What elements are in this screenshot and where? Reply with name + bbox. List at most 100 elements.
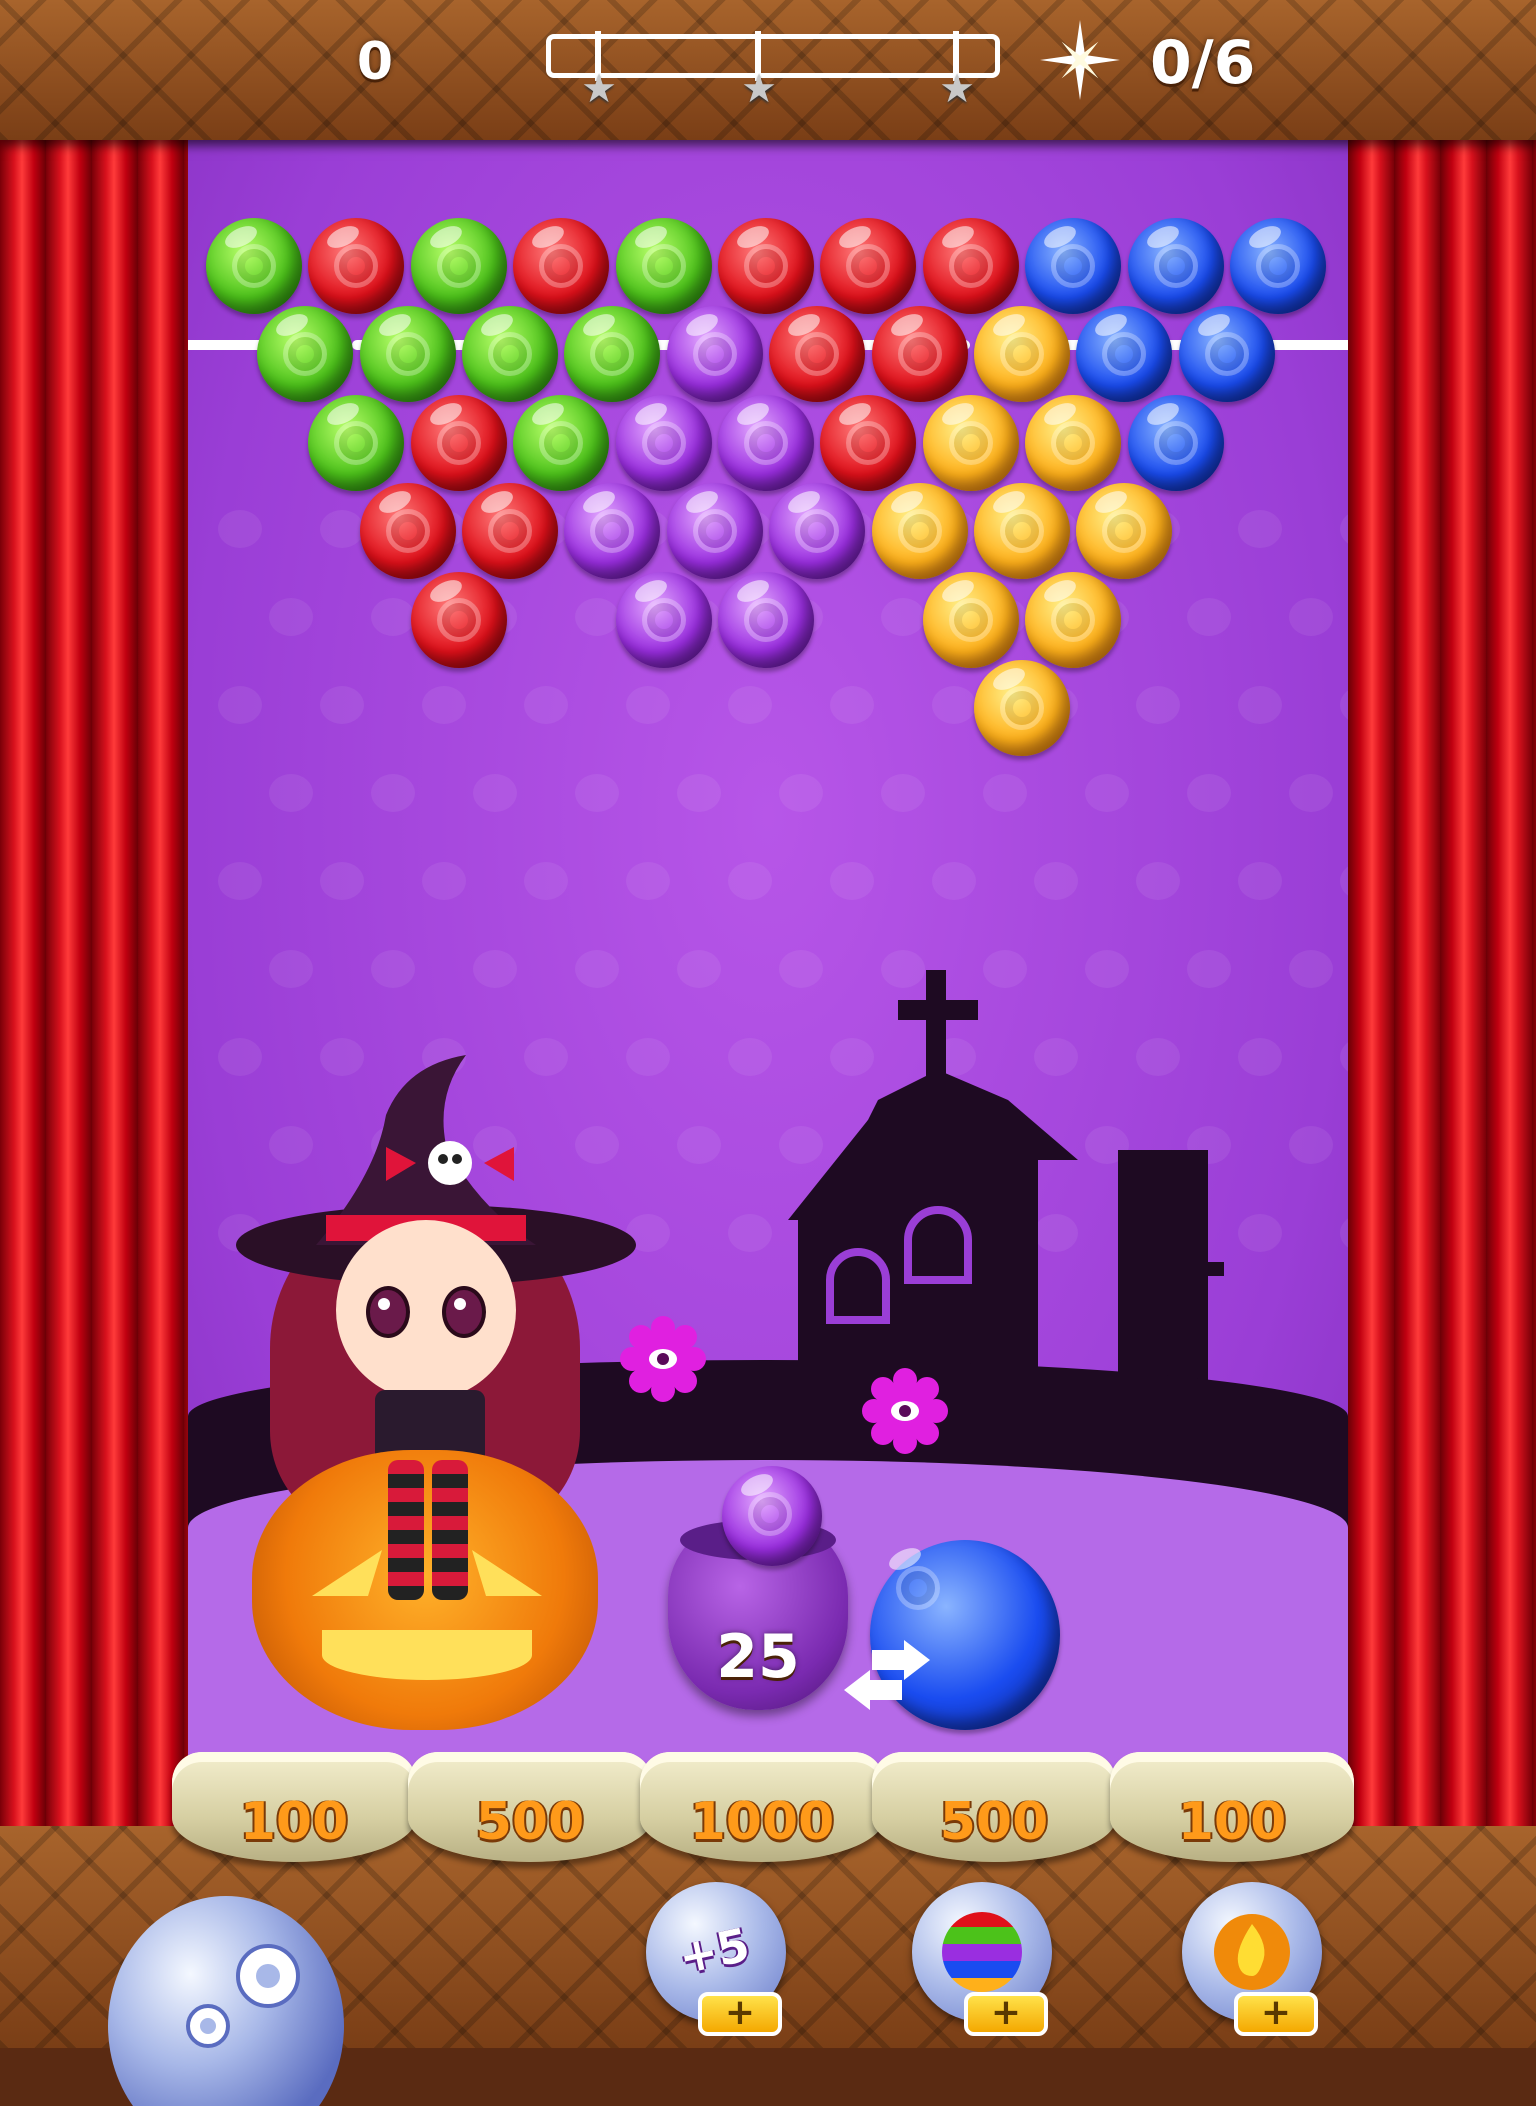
eye xyxy=(442,1286,486,1338)
blue-bubble xyxy=(1178,306,1275,403)
orange-bubble xyxy=(871,483,968,580)
orange-bubble xyxy=(922,394,1019,491)
background-dot xyxy=(575,774,619,812)
sparkle-icon xyxy=(1040,20,1120,100)
score-bucket: 1000 xyxy=(640,1752,884,1862)
background-dot xyxy=(728,862,772,900)
fire-bubble-icon xyxy=(1214,1914,1290,1990)
background-dot xyxy=(371,598,415,636)
background-dot xyxy=(1238,686,1282,724)
red-bubble xyxy=(359,483,456,580)
bucket-value: 500 xyxy=(475,1792,585,1852)
pumpkin-eye xyxy=(472,1550,542,1596)
star-icon: ★ xyxy=(939,66,975,112)
settings-button[interactable] xyxy=(108,1886,344,2106)
background-dot xyxy=(1136,686,1180,724)
star-icon: ★ xyxy=(581,66,617,112)
bucket-value: 1000 xyxy=(689,1792,835,1852)
score-bucket: 500 xyxy=(872,1752,1116,1862)
star-icon: ★ xyxy=(741,66,777,112)
red-bubble xyxy=(820,218,917,314)
purple-bubble xyxy=(666,306,763,403)
red-bubble xyxy=(871,306,968,403)
background-dot xyxy=(1289,774,1333,812)
orange-bubble xyxy=(1076,483,1173,580)
background-dot xyxy=(830,686,874,724)
background-dot xyxy=(677,950,721,988)
background-dot xyxy=(1289,598,1333,636)
background-dot xyxy=(320,862,364,900)
pumpkin-mouth xyxy=(322,1630,532,1680)
booster-extra-moves[interactable]: +5 + xyxy=(646,1882,786,2036)
background-dot xyxy=(218,862,262,900)
blue-bubble xyxy=(1127,394,1224,491)
purple-monster-icon xyxy=(620,1316,706,1402)
background-dot xyxy=(575,950,619,988)
background-dot xyxy=(371,774,415,812)
background-dot xyxy=(1238,862,1282,900)
background-dot xyxy=(1340,1214,1348,1252)
shots-remaining: 25 xyxy=(716,1622,800,1692)
orange-bubble xyxy=(1025,394,1122,491)
background-dot xyxy=(473,774,517,812)
background-dot xyxy=(677,774,721,812)
background-dot xyxy=(269,950,313,988)
eye xyxy=(366,1286,410,1338)
bucket-value: 500 xyxy=(939,1792,1049,1852)
background-dot xyxy=(677,1126,721,1164)
bucket-value: 100 xyxy=(1177,1792,1287,1852)
background-dot xyxy=(932,862,976,900)
orange-bubble xyxy=(974,306,1070,403)
bucket-value: 100 xyxy=(239,1792,349,1852)
booster-rainbow[interactable]: + xyxy=(912,1882,1052,2036)
witch-leg xyxy=(388,1460,424,1600)
red-bubble xyxy=(410,394,507,491)
purple-bubble xyxy=(564,483,661,580)
purple-bubble xyxy=(615,394,712,491)
background-dot xyxy=(830,862,874,900)
green-bubble xyxy=(615,218,712,314)
green-bubble xyxy=(206,218,302,314)
goal-counter: 0/6 xyxy=(1150,28,1256,98)
orange-bubble xyxy=(974,660,1070,756)
background-dot xyxy=(626,686,670,724)
red-bubble xyxy=(462,483,558,580)
background-dot xyxy=(932,686,976,724)
background-dot xyxy=(1340,686,1348,724)
booster-fireball[interactable]: + xyxy=(1182,1882,1322,2036)
background-dot xyxy=(524,862,568,900)
green-bubble xyxy=(462,306,558,403)
green-bubble xyxy=(308,394,405,491)
blue-bubble xyxy=(1230,218,1326,314)
witch-leg xyxy=(432,1460,468,1600)
orange-bubble xyxy=(974,483,1070,580)
red-bubble xyxy=(410,571,507,668)
buy-booster-button[interactable]: + xyxy=(964,1992,1048,2036)
buy-booster-button[interactable]: + xyxy=(698,1992,782,2036)
purple-bubble xyxy=(718,394,814,491)
background-dot xyxy=(575,598,619,636)
blue-bubble xyxy=(1127,218,1224,314)
background-dot xyxy=(320,686,364,724)
next-bubble xyxy=(722,1466,822,1566)
background-dot xyxy=(371,950,415,988)
green-bubble xyxy=(257,306,354,403)
witch-face xyxy=(336,1220,516,1400)
green-bubble xyxy=(359,306,456,403)
red-bubble xyxy=(513,218,610,314)
buy-booster-button[interactable]: + xyxy=(1234,1992,1318,2036)
red-bubble xyxy=(820,394,917,491)
swap-arrows-icon[interactable] xyxy=(842,1640,932,1710)
background-dot xyxy=(218,510,262,548)
score-bucket: 100 xyxy=(172,1752,416,1862)
score-bucket: 500 xyxy=(408,1752,652,1862)
background-dot xyxy=(269,774,313,812)
background-dot xyxy=(779,774,823,812)
green-bubble xyxy=(513,394,610,491)
booster-label: +5 xyxy=(673,1917,755,1985)
green-bubble xyxy=(410,218,507,314)
star-progress-bar: ★ ★ ★ xyxy=(546,31,1000,109)
red-bubble xyxy=(922,218,1019,314)
background-dot xyxy=(881,774,925,812)
background-dot xyxy=(1034,862,1078,900)
